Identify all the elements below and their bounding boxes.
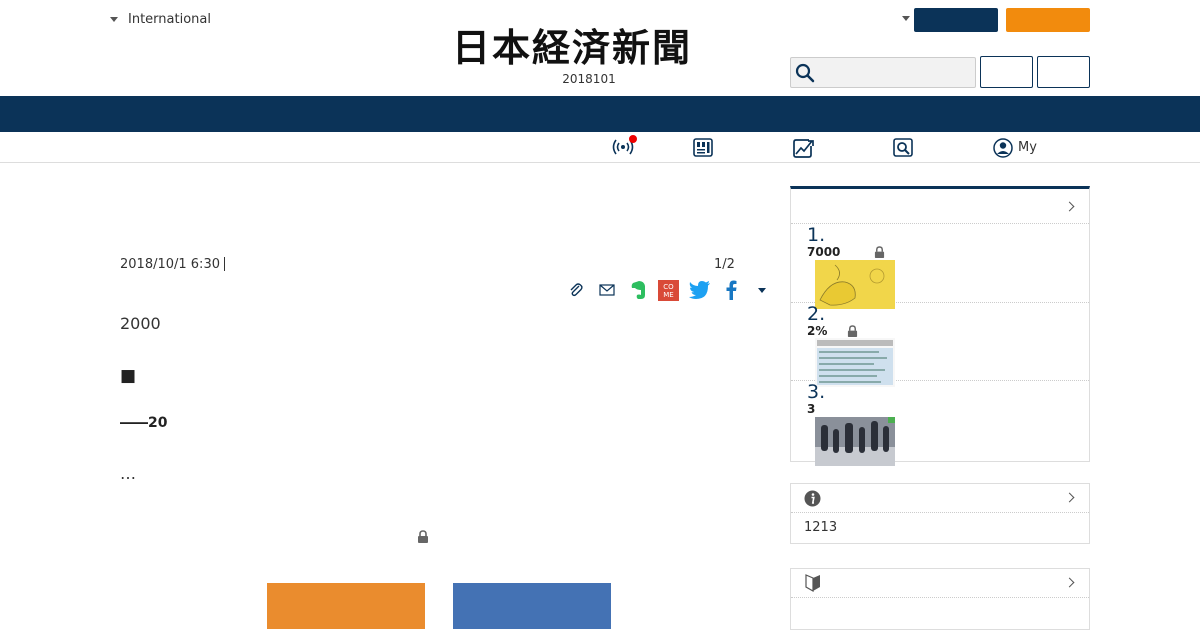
notice-text[interactable]: 1213 bbox=[804, 520, 837, 535]
rank-title[interactable]: 3 bbox=[807, 402, 815, 416]
article-subheading: ――20 bbox=[120, 415, 168, 431]
facebook-icon[interactable] bbox=[715, 278, 746, 302]
search-frame-icon[interactable] bbox=[893, 138, 913, 157]
lock-icon bbox=[418, 530, 428, 543]
search-input[interactable] bbox=[790, 57, 976, 88]
article-paragraph-1: 2000 bbox=[120, 314, 161, 333]
article-ellipsis: … bbox=[120, 464, 136, 483]
lock-icon bbox=[847, 325, 858, 337]
login-button[interactable] bbox=[914, 8, 998, 32]
site-logo[interactable]: 日本経済新聞 bbox=[452, 26, 692, 70]
rank-title[interactable]: 2% bbox=[807, 324, 827, 338]
datetime-separator bbox=[224, 257, 225, 271]
ranking-thumbnail-3[interactable] bbox=[815, 417, 895, 466]
subscribe-cta-button[interactable] bbox=[267, 583, 425, 629]
article-paragraph-2: ■ bbox=[120, 366, 137, 386]
rank-number: 3. bbox=[807, 381, 826, 403]
twitter-icon[interactable] bbox=[684, 278, 715, 302]
newspaper-icon[interactable] bbox=[693, 138, 713, 157]
live-indicator-dot bbox=[629, 135, 637, 143]
rank-title[interactable]: 7000 bbox=[807, 245, 840, 259]
evernote-icon[interactable] bbox=[622, 278, 653, 302]
beginner-divider bbox=[791, 597, 1089, 598]
article-datetime: 2018/10/1 6:30 bbox=[120, 257, 220, 272]
login-cta-button[interactable] bbox=[453, 583, 611, 629]
share-more-caret-icon[interactable] bbox=[746, 278, 777, 302]
main-nav-bar bbox=[0, 96, 1200, 132]
account-caret-icon[interactable] bbox=[902, 16, 910, 21]
region-selector[interactable]: International bbox=[110, 12, 211, 27]
clip-icon[interactable] bbox=[560, 278, 591, 302]
mail-icon[interactable] bbox=[591, 278, 622, 302]
svg-text:ME: ME bbox=[663, 291, 673, 299]
notice-divider bbox=[791, 512, 1089, 513]
header-button-2[interactable] bbox=[1037, 56, 1090, 88]
lock-icon bbox=[874, 246, 885, 258]
my-page-link[interactable]: My bbox=[1018, 140, 1037, 155]
share-toolbar: CO ME bbox=[560, 278, 777, 302]
beginner-mark-icon bbox=[805, 574, 820, 592]
beginner-panel bbox=[790, 568, 1090, 630]
comemo-icon[interactable]: CO ME bbox=[653, 278, 684, 302]
search-icon[interactable] bbox=[795, 63, 815, 83]
ranking-thumbnail-2[interactable] bbox=[815, 338, 895, 387]
user-profile-icon[interactable] bbox=[993, 138, 1013, 158]
info-icon bbox=[804, 490, 821, 507]
region-label: International bbox=[128, 12, 211, 27]
page-indicator: 1/2 bbox=[714, 257, 735, 272]
edition-date: 2018101 bbox=[562, 72, 616, 86]
subscribe-button[interactable] bbox=[1006, 8, 1090, 32]
ranking-thumbnail-1[interactable] bbox=[815, 260, 895, 309]
ranking-header[interactable] bbox=[791, 189, 1089, 224]
rank-number: 1. bbox=[807, 224, 826, 246]
caret-down-icon bbox=[110, 17, 118, 22]
market-chart-icon[interactable] bbox=[793, 138, 815, 158]
rank-number: 2. bbox=[807, 303, 826, 325]
header-button-1[interactable] bbox=[980, 56, 1033, 88]
svg-text:CO: CO bbox=[663, 283, 674, 291]
